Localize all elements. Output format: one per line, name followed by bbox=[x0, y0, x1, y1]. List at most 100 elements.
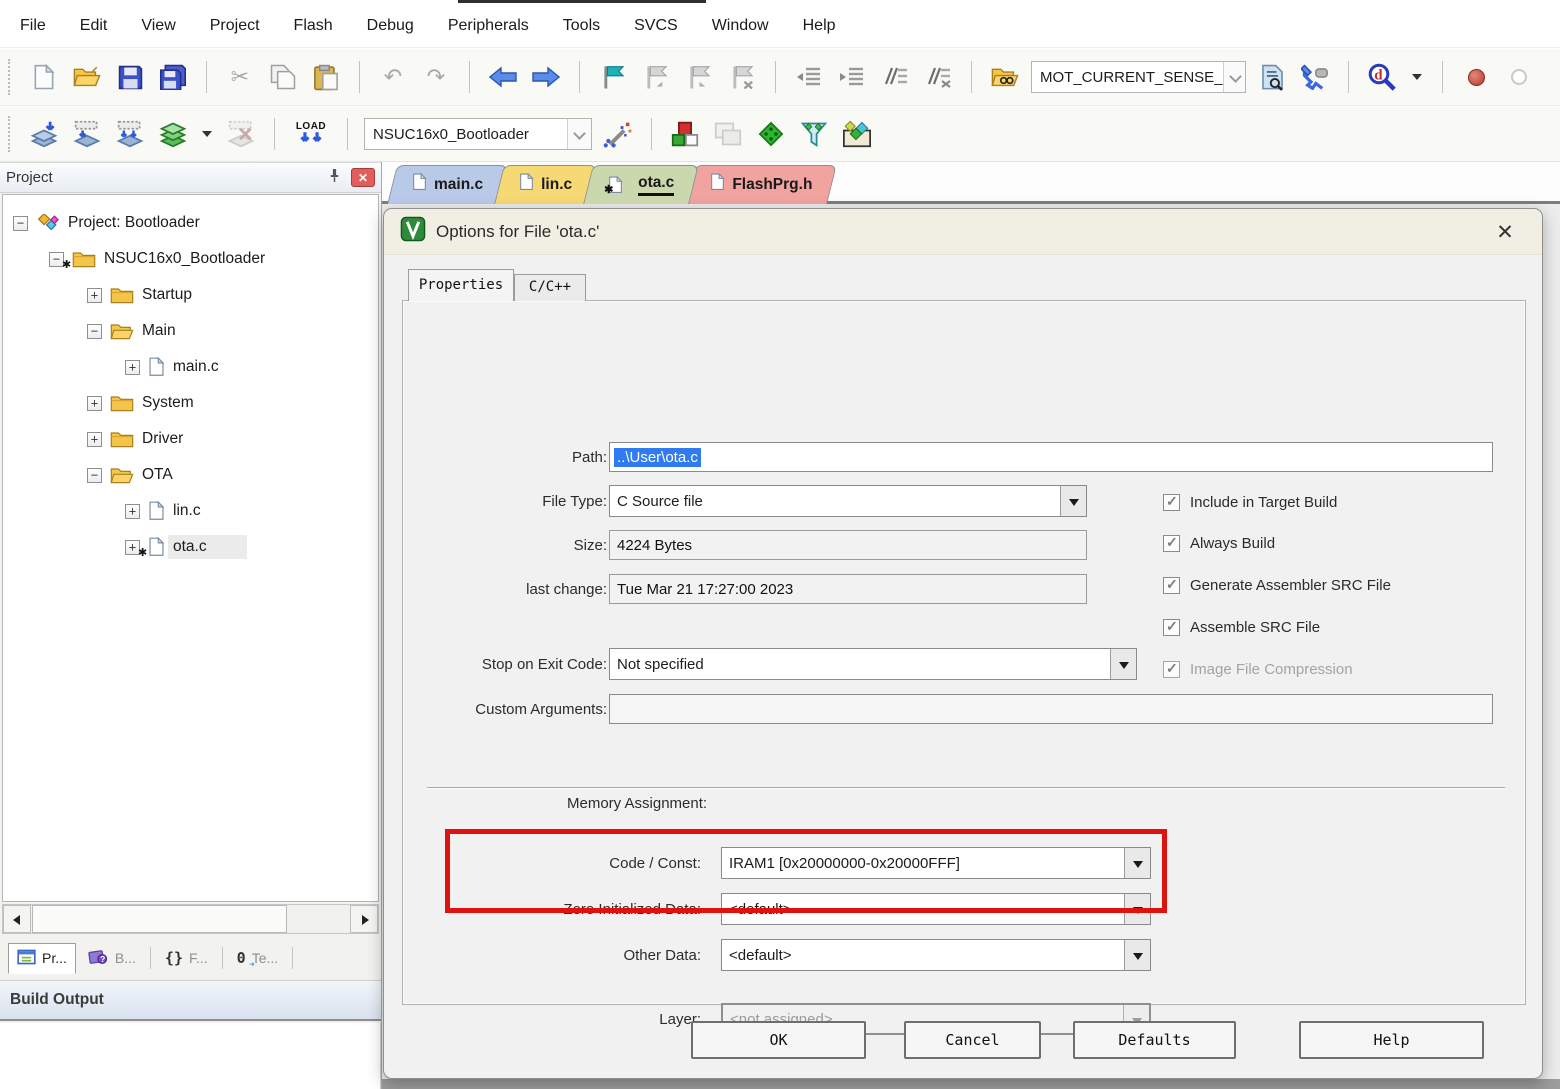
find-in-files-button[interactable] bbox=[988, 59, 1022, 95]
tree-item-target-folder[interactable]: ✱ NSUC16x0_Bootloader bbox=[3, 241, 378, 277]
zero-init-select[interactable]: <default> bbox=[721, 893, 1151, 925]
menu-file[interactable]: File bbox=[20, 17, 46, 35]
tab-books[interactable]: ? B... bbox=[80, 943, 144, 973]
next-bookmark-button[interactable] bbox=[682, 59, 716, 95]
tab-properties[interactable]: Properties bbox=[408, 269, 514, 301]
manage-components-button[interactable] bbox=[668, 116, 702, 152]
help-button[interactable]: Help bbox=[1299, 1021, 1484, 1059]
redo-button[interactable]: ↷ bbox=[419, 59, 453, 95]
copy-button[interactable] bbox=[266, 59, 300, 95]
chevron-down-icon[interactable] bbox=[1223, 62, 1245, 92]
menu-tools[interactable]: Tools bbox=[563, 17, 600, 35]
menu-window[interactable]: Window bbox=[712, 17, 769, 35]
scroll-right-button[interactable] bbox=[350, 905, 378, 933]
checkbox-generate-assembler-src[interactable]: Generate Assembler SRC File bbox=[1163, 574, 1391, 596]
expand-expander[interactable] bbox=[87, 396, 102, 411]
enable-breakpoint-button[interactable] bbox=[1502, 59, 1536, 95]
menu-debug[interactable]: Debug bbox=[367, 17, 414, 35]
insert-bookmark-button[interactable] bbox=[596, 59, 630, 95]
undo-button[interactable]: ↶ bbox=[376, 59, 410, 95]
checkbox-assemble-src[interactable]: Assemble SRC File bbox=[1163, 616, 1320, 638]
comment-selection-button[interactable] bbox=[878, 59, 912, 95]
save-all-button[interactable] bbox=[156, 59, 190, 95]
translate-button[interactable] bbox=[27, 116, 61, 152]
tree-item-startup[interactable]: Startup bbox=[3, 277, 378, 313]
checkbox-checked-icon[interactable] bbox=[1163, 494, 1180, 511]
editor-tab-lin-c[interactable]: lin.c bbox=[493, 165, 592, 204]
tree-item-main-folder[interactable]: Main bbox=[3, 313, 378, 349]
collapse-expander[interactable] bbox=[13, 216, 28, 231]
build-output-header[interactable]: Build Output bbox=[0, 980, 381, 1021]
menu-flash[interactable]: Flash bbox=[294, 17, 333, 35]
cancel-button[interactable]: Cancel bbox=[904, 1021, 1041, 1059]
menu-peripherals[interactable]: Peripherals bbox=[448, 17, 529, 35]
expand-expander[interactable] bbox=[125, 504, 140, 519]
code-const-select[interactable]: IRAM1 [0x20000000-0x20000FFF] bbox=[721, 847, 1151, 879]
load-button[interactable]: LOAD bbox=[291, 116, 331, 152]
toolbar-grip[interactable] bbox=[8, 116, 14, 152]
new-file-button[interactable] bbox=[27, 59, 61, 95]
pin-button[interactable] bbox=[323, 168, 345, 188]
d-search-button[interactable]: d bbox=[1365, 59, 1399, 95]
expand-expander[interactable] bbox=[87, 288, 102, 303]
menu-svcs[interactable]: SVCS bbox=[634, 17, 678, 35]
search-combo[interactable]: MOT_CURRENT_SENSE_L bbox=[1031, 61, 1246, 93]
uncomment-selection-button[interactable] bbox=[921, 59, 955, 95]
tree-item-project-root[interactable]: Project: Bootloader bbox=[3, 205, 378, 241]
navigate-forward-button[interactable] bbox=[529, 59, 563, 95]
project-panel-header[interactable]: Project ✕ bbox=[0, 162, 381, 193]
insert-breakpoint-button[interactable] bbox=[1459, 59, 1493, 95]
collapse-expander[interactable] bbox=[87, 468, 102, 483]
project-panel-close-button[interactable]: ✕ bbox=[351, 168, 375, 187]
chevron-down-icon[interactable] bbox=[567, 119, 591, 149]
collapse-expander[interactable] bbox=[87, 324, 102, 339]
tree-item-main-c[interactable]: main.c bbox=[3, 349, 378, 385]
clear-bookmarks-button[interactable] bbox=[725, 59, 759, 95]
scrollbar-track[interactable] bbox=[287, 905, 350, 933]
expand-expander[interactable] bbox=[125, 360, 140, 375]
scrollbar-thumb[interactable] bbox=[32, 905, 287, 933]
editor-tab-flashprg-h[interactable]: FlashPrg.h bbox=[684, 165, 832, 204]
checkbox-checked-icon[interactable] bbox=[1163, 535, 1180, 552]
tree-item-system[interactable]: System bbox=[3, 385, 378, 421]
save-button[interactable] bbox=[113, 59, 147, 95]
build-button[interactable] bbox=[70, 116, 104, 152]
dropdown-arrow-icon[interactable] bbox=[1110, 649, 1136, 679]
tree-item-lin-c[interactable]: lin.c bbox=[3, 493, 378, 529]
paste-button[interactable] bbox=[309, 59, 343, 95]
navigate-back-button[interactable] bbox=[486, 59, 520, 95]
open-file-button[interactable] bbox=[70, 59, 104, 95]
tab-functions[interactable]: {} F... bbox=[157, 944, 216, 972]
ok-button[interactable]: OK bbox=[691, 1021, 866, 1059]
runtime-environment-button[interactable] bbox=[754, 116, 788, 152]
checkbox-always-build[interactable]: Always Build bbox=[1163, 532, 1275, 554]
tab-templates[interactable]: 0 Te... bbox=[229, 944, 287, 972]
tree-item-ota-c[interactable]: ✱ ota.c bbox=[3, 529, 378, 565]
other-data-select[interactable]: <default> bbox=[721, 939, 1151, 971]
cut-button[interactable]: ✂ bbox=[223, 59, 257, 95]
checkbox-checked-icon[interactable] bbox=[1163, 577, 1180, 594]
outdent-button[interactable] bbox=[835, 59, 869, 95]
checkbox-checked-icon[interactable] bbox=[1163, 619, 1180, 636]
batch-build-dropdown[interactable] bbox=[199, 116, 215, 152]
dialog-titlebar[interactable]: Options for File 'ota.c' bbox=[384, 209, 1542, 255]
toolbar-grip[interactable] bbox=[8, 59, 14, 95]
document-search-button[interactable] bbox=[1255, 59, 1289, 95]
tab-c-cpp[interactable]: C/C++ bbox=[514, 274, 586, 301]
tree-item-ota-folder[interactable]: OTA bbox=[3, 457, 378, 493]
dropdown-arrow-icon[interactable] bbox=[1124, 940, 1150, 970]
tree-item-driver[interactable]: Driver bbox=[3, 421, 378, 457]
stop-on-exit-select[interactable]: Not specified bbox=[609, 648, 1137, 680]
pack-installer-button[interactable] bbox=[840, 116, 874, 152]
checkbox-include-in-target-build[interactable]: Include in Target Build bbox=[1163, 491, 1337, 513]
editor-tab-main-c[interactable]: main.c bbox=[386, 165, 503, 204]
dropdown-arrow-icon[interactable] bbox=[1124, 894, 1150, 924]
editor-tab-ota-c[interactable]: ✱ ota.c bbox=[582, 165, 694, 204]
target-select[interactable]: NSUC16x0_Bootloader bbox=[364, 118, 592, 150]
options-for-target-button[interactable] bbox=[601, 116, 635, 152]
defaults-button[interactable]: Defaults bbox=[1073, 1021, 1236, 1059]
expand-expander[interactable] bbox=[87, 432, 102, 447]
dropdown-arrow-icon[interactable] bbox=[1060, 486, 1086, 516]
previous-bookmark-button[interactable] bbox=[639, 59, 673, 95]
menu-project[interactable]: Project bbox=[210, 17, 260, 35]
